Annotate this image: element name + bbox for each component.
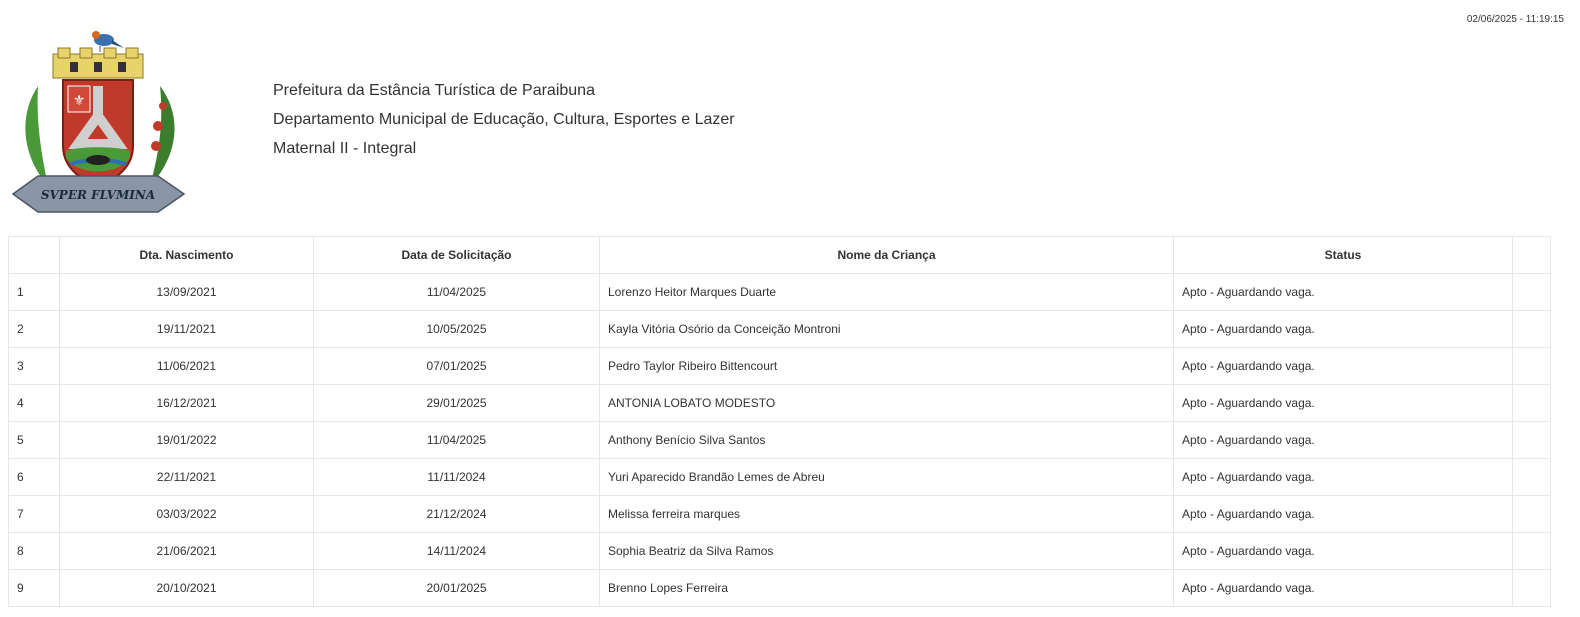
row-index: 5 bbox=[8, 421, 60, 459]
child-name-cell: Anthony Benício Silva Santos bbox=[599, 421, 1174, 459]
child-name-cell: Melissa ferreira marques bbox=[599, 495, 1174, 533]
request-date-cell: 11/04/2025 bbox=[313, 273, 600, 311]
extra-cell bbox=[1512, 347, 1551, 385]
table-header-row: Dta. Nascimento Data de Solicitação Nome… bbox=[8, 236, 1551, 274]
request-date-cell: 11/04/2025 bbox=[313, 421, 600, 459]
birth-date-cell: 13/09/2021 bbox=[59, 273, 314, 311]
table-row: 2 19/11/2021 10/05/2025 Kayla Vitória Os… bbox=[8, 310, 1551, 348]
extra-cell bbox=[1512, 384, 1551, 422]
request-date-cell: 14/11/2024 bbox=[313, 532, 600, 570]
status-cell: Apto - Aguardando vaga. bbox=[1173, 421, 1513, 459]
row-index: 1 bbox=[8, 273, 60, 311]
page-header: ⚜ SVPER FLVMINA Prefeitura da Estância T… bbox=[8, 26, 1568, 216]
status-cell: Apto - Aguardando vaga. bbox=[1173, 310, 1513, 348]
child-name-cell: ANTONIA LOBATO MODESTO bbox=[599, 384, 1174, 422]
status-cell: Apto - Aguardando vaga. bbox=[1173, 495, 1513, 533]
row-index: 8 bbox=[8, 532, 60, 570]
extra-cell bbox=[1512, 458, 1551, 496]
municipal-coat-of-arms-logo: ⚜ SVPER FLVMINA bbox=[11, 31, 186, 213]
request-date-cell: 20/01/2025 bbox=[313, 569, 600, 607]
city-hall-name: Prefeitura da Estância Turística de Para… bbox=[273, 82, 595, 99]
request-date-cell: 29/01/2025 bbox=[313, 384, 600, 422]
table-row: 6 22/11/2021 11/11/2024 Yuri Aparecido B… bbox=[8, 458, 1551, 496]
status-cell: Apto - Aguardando vaga. bbox=[1173, 532, 1513, 570]
status-cell: Apto - Aguardando vaga. bbox=[1173, 458, 1513, 496]
row-index: 7 bbox=[8, 495, 60, 533]
birth-date-cell: 22/11/2021 bbox=[59, 458, 314, 496]
extra-cell bbox=[1512, 273, 1551, 311]
request-date-cell: 21/12/2024 bbox=[313, 495, 600, 533]
column-header-status: Status bbox=[1173, 236, 1513, 274]
birth-date-cell: 16/12/2021 bbox=[59, 384, 314, 422]
department-name: Departamento Municipal de Educação, Cult… bbox=[273, 111, 735, 128]
row-index: 9 bbox=[8, 569, 60, 607]
status-cell: Apto - Aguardando vaga. bbox=[1173, 347, 1513, 385]
table-row: 3 11/06/2021 07/01/2025 Pedro Taylor Rib… bbox=[8, 347, 1551, 385]
class-name: Maternal II - Integral bbox=[273, 140, 417, 157]
extra-cell bbox=[1512, 532, 1551, 570]
table-row: 7 03/03/2022 21/12/2024 Melissa ferreira… bbox=[8, 495, 1551, 533]
extra-cell bbox=[1512, 421, 1551, 459]
svg-text:⚜: ⚜ bbox=[73, 93, 86, 109]
request-date-cell: 10/05/2025 bbox=[313, 310, 600, 348]
table-row: 1 13/09/2021 11/04/2025 Lorenzo Heitor M… bbox=[8, 273, 1551, 311]
print-timestamp: 02/06/2025 - 11:19:15 bbox=[1466, 14, 1564, 25]
birth-date-cell: 19/01/2022 bbox=[59, 421, 314, 459]
row-index: 3 bbox=[8, 347, 60, 385]
birth-date-cell: 20/10/2021 bbox=[59, 569, 314, 607]
table-row: 8 21/06/2021 14/11/2024 Sophia Beatriz d… bbox=[8, 532, 1551, 570]
extra-cell bbox=[1512, 310, 1551, 348]
extra-cell bbox=[1512, 495, 1551, 533]
extra-cell bbox=[1512, 569, 1551, 607]
child-name-cell: Kayla Vitória Osório da Conceição Montro… bbox=[599, 310, 1174, 348]
column-header-child-name: Nome da Criança bbox=[599, 236, 1174, 274]
svg-text:SVPER FLVMINA: SVPER FLVMINA bbox=[41, 188, 155, 202]
child-name-cell: Sophia Beatriz da Silva Ramos bbox=[599, 532, 1174, 570]
status-cell: Apto - Aguardando vaga. bbox=[1173, 273, 1513, 311]
column-header-extra bbox=[1512, 236, 1551, 274]
request-date-cell: 07/01/2025 bbox=[313, 347, 600, 385]
waiting-list-table: Dta. Nascimento Data de Solicitação Nome… bbox=[8, 236, 1551, 607]
column-header-request-date: Data de Solicitação bbox=[313, 236, 600, 274]
child-name-cell: Brenno Lopes Ferreira bbox=[599, 569, 1174, 607]
row-index: 4 bbox=[8, 384, 60, 422]
organization-info: Prefeitura da Estância Turística de Para… bbox=[273, 76, 735, 163]
request-date-cell: 11/11/2024 bbox=[313, 458, 600, 496]
row-index: 6 bbox=[8, 458, 60, 496]
table-row: 5 19/01/2022 11/04/2025 Anthony Benício … bbox=[8, 421, 1551, 459]
child-name-cell: Lorenzo Heitor Marques Duarte bbox=[599, 273, 1174, 311]
birth-date-cell: 21/06/2021 bbox=[59, 532, 314, 570]
child-name-cell: Yuri Aparecido Brandão Lemes de Abreu bbox=[599, 458, 1174, 496]
status-cell: Apto - Aguardando vaga. bbox=[1173, 384, 1513, 422]
column-header-index bbox=[8, 236, 60, 274]
child-name-cell: Pedro Taylor Ribeiro Bittencourt bbox=[599, 347, 1174, 385]
table-row: 4 16/12/2021 29/01/2025 ANTONIA LOBATO M… bbox=[8, 384, 1551, 422]
status-cell: Apto - Aguardando vaga. bbox=[1173, 569, 1513, 607]
birth-date-cell: 11/06/2021 bbox=[59, 347, 314, 385]
table-row: 9 20/10/2021 20/01/2025 Brenno Lopes Fer… bbox=[8, 569, 1551, 607]
birth-date-cell: 03/03/2022 bbox=[59, 495, 314, 533]
birth-date-cell: 19/11/2021 bbox=[59, 310, 314, 348]
row-index: 2 bbox=[8, 310, 60, 348]
column-header-birth-date: Dta. Nascimento bbox=[59, 236, 314, 274]
